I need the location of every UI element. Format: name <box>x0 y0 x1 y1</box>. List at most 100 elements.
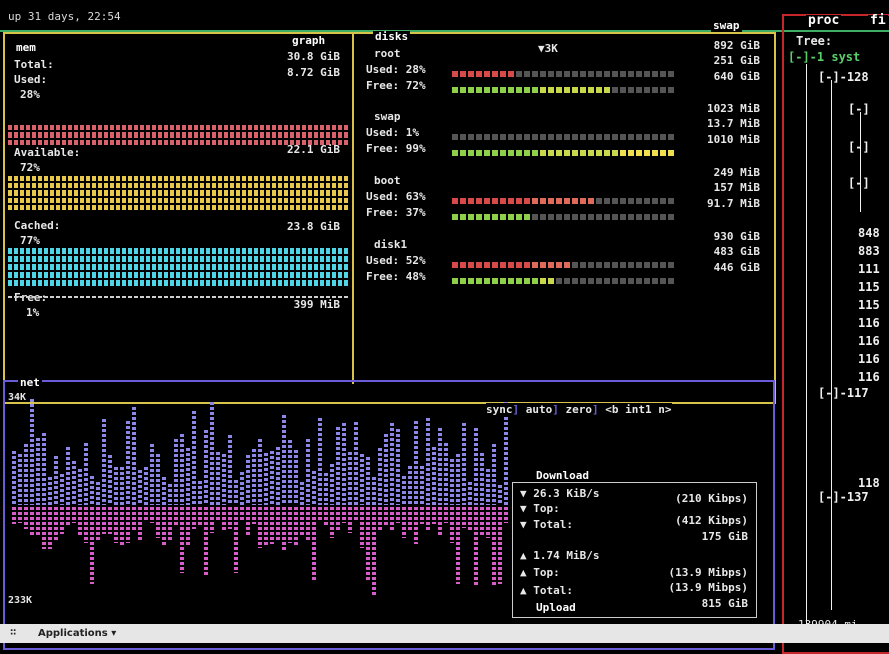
process-row[interactable]: [-]-137 <box>818 490 869 504</box>
process-row[interactable]: [-] <box>848 140 870 154</box>
net-download-column <box>60 474 64 505</box>
net-download-column <box>420 466 424 505</box>
process-row[interactable]: [-]-1 syst <box>788 50 860 64</box>
mem-bar-segment <box>8 272 348 278</box>
apps-grid-icon[interactable]: ∷ <box>10 627 16 638</box>
net-download-column <box>24 444 28 505</box>
meter-cell <box>508 198 514 204</box>
process-row[interactable]: 115 <box>858 298 880 312</box>
meter-cell <box>564 150 570 156</box>
process-row[interactable]: [-]-117 <box>818 386 869 400</box>
process-row[interactable]: 848 <box>858 226 880 240</box>
sync-toggle[interactable]: sync <box>486 403 513 416</box>
process-row[interactable]: 883 <box>858 244 880 258</box>
meter-cell <box>524 87 530 93</box>
meter-cell <box>572 87 578 93</box>
upload-title: Upload <box>534 601 578 614</box>
upload-rate-bits: (13.9 Mibps) <box>668 566 748 579</box>
meter-cell <box>604 262 610 268</box>
process-row[interactable]: 118 <box>858 476 880 490</box>
process-row[interactable]: 111 <box>858 262 880 276</box>
net-download-column <box>108 455 112 505</box>
net-upload-column <box>300 507 304 535</box>
uptime-label: up 31 days, 22:54 <box>8 10 121 23</box>
meter-cell <box>580 71 586 77</box>
net-upload-column <box>168 507 172 542</box>
prev-interface-button[interactable]: <b <box>605 403 618 416</box>
meter-cell <box>556 134 562 140</box>
zero-toggle[interactable]: zero <box>566 403 593 416</box>
meter-cell <box>508 150 514 156</box>
meter-cell <box>524 150 530 156</box>
process-row[interactable]: [-] <box>848 102 870 116</box>
process-row[interactable]: [-] <box>848 176 870 190</box>
net-download-column <box>162 477 166 505</box>
next-interface-button[interactable]: n> <box>658 403 671 416</box>
mem-used-value: 8.72 GiB <box>287 66 340 79</box>
net-download-column <box>174 439 178 505</box>
net-download-column <box>186 448 190 505</box>
meter-cell <box>492 214 498 220</box>
meter-cell <box>588 262 594 268</box>
net-upload-column <box>336 507 340 531</box>
meter-cell <box>532 198 538 204</box>
net-download-column <box>120 467 124 505</box>
meter-cell <box>652 278 658 284</box>
proc-filter-tag[interactable]: fi <box>868 14 888 27</box>
meter-cell <box>460 150 466 156</box>
disk-meter <box>452 210 676 220</box>
graph-toggle[interactable]: graph <box>290 35 328 47</box>
meter-cell <box>660 262 666 268</box>
meter-cell <box>620 71 626 77</box>
process-row[interactable]: 115 <box>858 280 880 294</box>
net-upload-column <box>84 507 88 543</box>
mem-disks-divider <box>352 34 354 384</box>
meter-cell <box>644 134 650 140</box>
meter-cell <box>484 87 490 93</box>
net-download-column <box>402 476 406 505</box>
net-upload-column <box>42 507 46 549</box>
auto-toggle[interactable]: auto <box>526 403 553 416</box>
net-upload-column <box>54 507 58 541</box>
applications-menu[interactable]: Applications ▾ <box>38 628 116 639</box>
disk-name: swap <box>374 110 401 123</box>
net-download-column <box>276 447 280 505</box>
process-row[interactable]: 116 <box>858 370 880 384</box>
swap-toggle[interactable]: swap <box>711 20 742 32</box>
net-upload-column <box>234 507 238 573</box>
meter-cell <box>492 262 498 268</box>
meter-cell <box>604 214 610 220</box>
disk-total: 249 MiB <box>713 166 760 179</box>
net-upload-column <box>318 507 322 522</box>
net-download-column <box>288 440 292 505</box>
net-upload-column <box>12 507 16 524</box>
meter-cell <box>532 71 538 77</box>
net-download-column <box>384 434 388 505</box>
meter-cell <box>524 198 530 204</box>
meter-cell <box>548 262 554 268</box>
process-row[interactable]: 116 <box>858 334 880 348</box>
meter-cell <box>596 87 602 93</box>
net-download-column <box>168 484 172 505</box>
process-row[interactable]: 116 <box>858 352 880 366</box>
process-row[interactable]: 116 <box>858 316 880 330</box>
process-row[interactable]: [-]-128 <box>818 70 869 84</box>
mem-available-label: Available: <box>14 146 81 159</box>
net-download-column <box>480 453 484 505</box>
meter-cell <box>620 198 626 204</box>
net-upload-column <box>414 507 418 544</box>
meter-cell <box>580 87 586 93</box>
net-download-column <box>246 455 250 505</box>
meter-cell <box>652 134 658 140</box>
meter-cell <box>604 150 610 156</box>
net-upload-column <box>252 507 256 524</box>
meter-cell <box>588 150 594 156</box>
meter-cell <box>460 134 466 140</box>
meter-cell <box>508 278 514 284</box>
meter-cell <box>644 71 650 77</box>
meter-cell <box>476 150 482 156</box>
meter-cell <box>540 71 546 77</box>
mem-bar-segment <box>8 125 348 131</box>
net-download-column <box>336 427 340 505</box>
net-download-column <box>234 480 238 505</box>
